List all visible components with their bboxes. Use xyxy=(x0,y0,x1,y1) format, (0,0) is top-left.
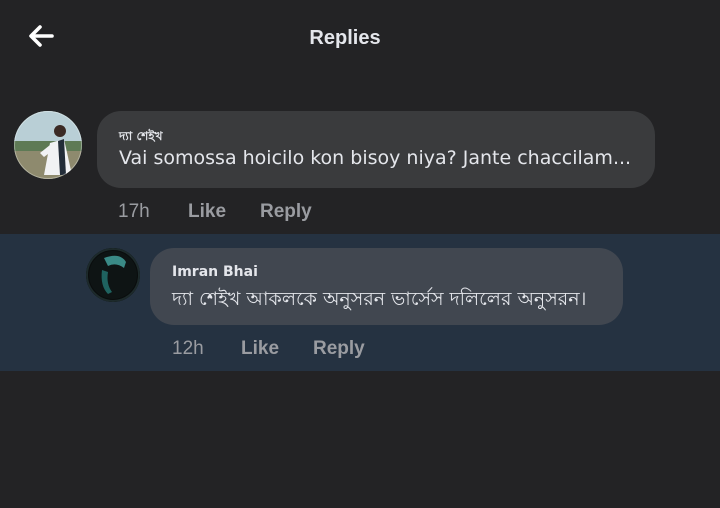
comment-item: দ্যা শেইখ Vai somossa hoicilo kon bisoy … xyxy=(0,100,720,234)
comment-author[interactable]: Imran Bhai xyxy=(172,264,258,280)
comment-text: Vai somossa hoicilo kon bisoy niya? Jant… xyxy=(119,147,632,169)
comment-bubble: Imran Bhai দ্যা শেইখ আকলকে অনুসরন ভার্সে… xyxy=(150,248,623,325)
like-button[interactable]: Like xyxy=(241,338,279,360)
comment-time: 17h xyxy=(118,201,150,222)
avatar[interactable] xyxy=(14,111,82,179)
reply-button[interactable]: Reply xyxy=(260,201,312,223)
like-button[interactable]: Like xyxy=(188,201,226,223)
comment-author[interactable]: দ্যা শেইখ xyxy=(119,128,163,148)
page-title: Replies xyxy=(309,27,381,49)
comment-text: দ্যা শেইখ আকলকে অনুসরন ভার্সেস দলিলের অন… xyxy=(172,288,587,310)
reply-button[interactable]: Reply xyxy=(313,338,365,360)
avatar[interactable] xyxy=(86,248,140,302)
comment-time: 12h xyxy=(172,338,204,359)
comment-bubble: দ্যা শেইখ Vai somossa hoicilo kon bisoy … xyxy=(97,111,655,188)
top-bar: Replies xyxy=(0,0,720,80)
reply-item: Imran Bhai দ্যা শেইখ আকলকে অনুসরন ভার্সে… xyxy=(0,234,720,371)
